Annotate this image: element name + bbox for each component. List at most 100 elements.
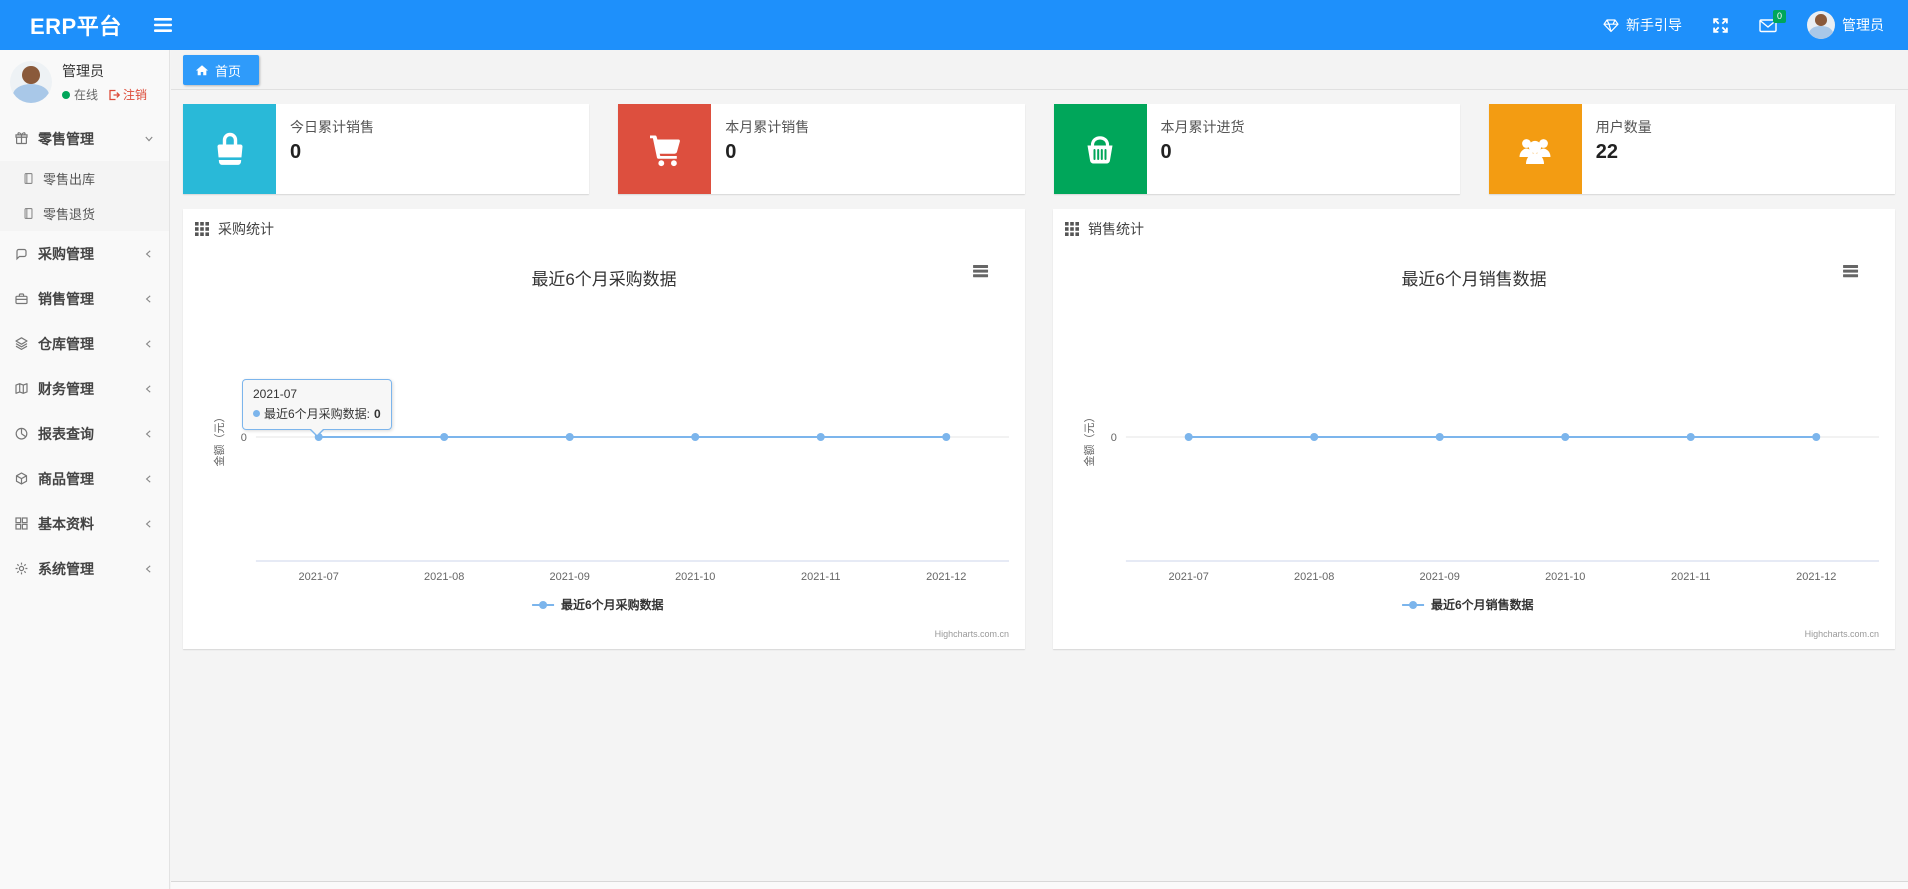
stat-card-value: 22: [1595, 141, 1618, 163]
sales-stats-panel: 销售统计 最近6个月销售数据 金额（元） 0 2021-07 2021-08 2021-0…: [1053, 209, 1895, 649]
svg-text:2021-10: 2021-10: [675, 571, 715, 583]
chevron-down-icon: [145, 136, 153, 141]
panel-title: 销售统计: [1088, 221, 1144, 237]
sidebar-item-label: 商品管理: [38, 470, 94, 487]
chevron-left-icon: [145, 294, 151, 303]
svg-text:0: 0: [241, 432, 247, 444]
pie-chart-icon: [15, 427, 28, 440]
stat-card-label: 用户数量: [1595, 119, 1652, 135]
sidebar-item-label: 零售管理: [38, 130, 94, 147]
briefcase-icon: [15, 293, 28, 305]
chevron-left-icon: [145, 339, 151, 348]
stat-card-month-purchase: 本月累计进货 0: [1053, 104, 1460, 194]
tab-bar: 首页: [171, 50, 1908, 90]
sidebar-avatar: [10, 61, 52, 103]
sidebar-item-label: 销售管理: [38, 290, 94, 307]
message-count-badge: 0: [1772, 9, 1786, 23]
top-navbar: ERP平台 新手引导 0 管理员: [0, 0, 1908, 50]
sidebar-item-label: 基本资料: [38, 515, 94, 532]
logout-link[interactable]: 注销: [108, 86, 147, 103]
svg-text:2021-11: 2021-11: [1671, 571, 1710, 583]
hamburger-icon: [153, 18, 172, 32]
fullscreen-arrows-icon: [1713, 17, 1728, 33]
chevron-left-icon: [145, 249, 151, 258]
sidebar-item-sales[interactable]: 销售管理: [0, 276, 169, 321]
svg-text:2021-10: 2021-10: [1545, 571, 1585, 583]
user-menu[interactable]: 管理员: [1807, 11, 1884, 39]
home-icon: [195, 64, 209, 75]
th-grid-icon: [1065, 222, 1079, 236]
tooltip-series-label: 最近6个月采购数据:: [264, 407, 371, 421]
stat-card-label: 本月累计进货: [1160, 119, 1245, 135]
stat-card-today-sales: 今日累计销售 0: [183, 104, 590, 194]
stat-card-value: 0: [290, 141, 302, 163]
file-icon: [24, 208, 33, 219]
purchase-chart[interactable]: 最近6个月采购数据金额（元） 02021-07 2021-08 2021-09 2021…: [183, 245, 1025, 649]
th-grid-icon: [195, 222, 209, 236]
sidebar-item-goods[interactable]: 商品管理: [0, 456, 169, 501]
sidebar-toggle-button[interactable]: [148, 10, 178, 40]
sidebar-item-label: 系统管理: [38, 560, 94, 577]
user-name-label: 管理员: [1842, 17, 1884, 33]
main-area: 今日累计销售 0 本月累计销售 0 本月累计进货 0 用户数量 22 采购统计 …: [171, 90, 1908, 881]
basket-icon: [1053, 104, 1147, 194]
sales-chart[interactable]: 最近6个月销售数据金额（元） 02021-07 2021-08 2021-09 2021…: [1053, 245, 1895, 649]
svg-text:0: 0: [1111, 432, 1117, 444]
svg-text:2021-12: 2021-12: [1796, 571, 1836, 583]
purchase-stats-panel: 采购统计 最近6个月采购数据 金额（元） 0 2021-07 2021-08 2021-0…: [183, 209, 1025, 649]
sidebar-item-system[interactable]: 系统管理: [0, 546, 169, 591]
online-status-label: 在线: [74, 88, 99, 102]
series-marker-dot: [253, 410, 260, 417]
layers-icon: [15, 337, 28, 350]
gem-icon: [1603, 18, 1619, 32]
chart-tooltip: 2021-07 最近6个月采购数据: 0: [242, 379, 392, 437]
stat-card-user-count: 用户数量 22: [1488, 104, 1895, 194]
sidebar-item-basic-data[interactable]: 基本资料: [0, 501, 169, 546]
sidebar-item-label: 财务管理: [38, 380, 94, 397]
gear-icon: [15, 562, 28, 575]
sidebar-item-retail[interactable]: 零售管理: [0, 116, 169, 161]
svg-text:2021-07: 2021-07: [1169, 571, 1209, 583]
online-status-dot: [62, 90, 70, 99]
sign-out-icon: [109, 89, 121, 100]
fullscreen-button[interactable]: [1712, 17, 1729, 34]
brand-logo[interactable]: ERP平台: [0, 9, 148, 41]
sidebar-item-label: 报表查询: [38, 425, 94, 442]
footer-strip: [171, 881, 1908, 889]
sidebar-item-retail-return[interactable]: 零售退货: [0, 196, 169, 231]
svg-text:2021-09: 2021-09: [1420, 571, 1460, 583]
guide-link[interactable]: 新手引导: [1603, 15, 1682, 35]
svg-text:金额（元）: 金额（元）: [212, 412, 226, 467]
svg-text:2021-08: 2021-08: [424, 571, 464, 583]
grid-icon: [15, 517, 28, 530]
svg-text:2021-11: 2021-11: [801, 571, 840, 583]
svg-text:Highcharts.com.cn: Highcharts.com.cn: [1805, 629, 1879, 639]
gift-icon: [15, 132, 28, 145]
svg-text:2021-07: 2021-07: [299, 571, 339, 583]
sidebar-item-reports[interactable]: 报表查询: [0, 411, 169, 456]
chat-icon: [16, 248, 27, 261]
svg-text:金额（元）: 金额（元）: [1082, 412, 1096, 467]
svg-text:最近6个月销售数据: 最近6个月销售数据: [1431, 597, 1533, 612]
submenu-item-label: 零售出库: [43, 172, 96, 187]
sidebar-item-purchase[interactable]: 采购管理: [0, 231, 169, 276]
sidebar-item-finance[interactable]: 财务管理: [0, 366, 169, 411]
stat-card-month-sales: 本月累计销售 0: [618, 104, 1025, 194]
svg-text:最近6个月销售数据: 最近6个月销售数据: [1401, 270, 1546, 289]
stat-card-label: 本月累计销售: [725, 119, 810, 135]
chevron-left-icon: [145, 384, 151, 393]
messages-button[interactable]: 0: [1759, 9, 1786, 33]
sidebar-item-label: 采购管理: [38, 245, 94, 262]
logout-label: 注销: [123, 88, 148, 102]
tab-home[interactable]: 首页: [183, 55, 260, 85]
panel-title: 采购统计: [218, 221, 274, 237]
svg-text:2021-12: 2021-12: [926, 571, 966, 583]
guide-label: 新手引导: [1626, 17, 1682, 33]
users-icon: [1488, 104, 1582, 194]
box-icon: [15, 472, 28, 485]
sidebar-item-retail-outbound[interactable]: 零售出库: [0, 161, 169, 196]
shopping-bag-icon: [183, 104, 276, 194]
sidebar: 管理员 在线 注销 零售管理 零售出库 零售退货 采购管理 销售管理 仓库管理 …: [0, 50, 170, 889]
sidebar-item-label: 仓库管理: [38, 335, 94, 352]
sidebar-item-warehouse[interactable]: 仓库管理: [0, 321, 169, 366]
